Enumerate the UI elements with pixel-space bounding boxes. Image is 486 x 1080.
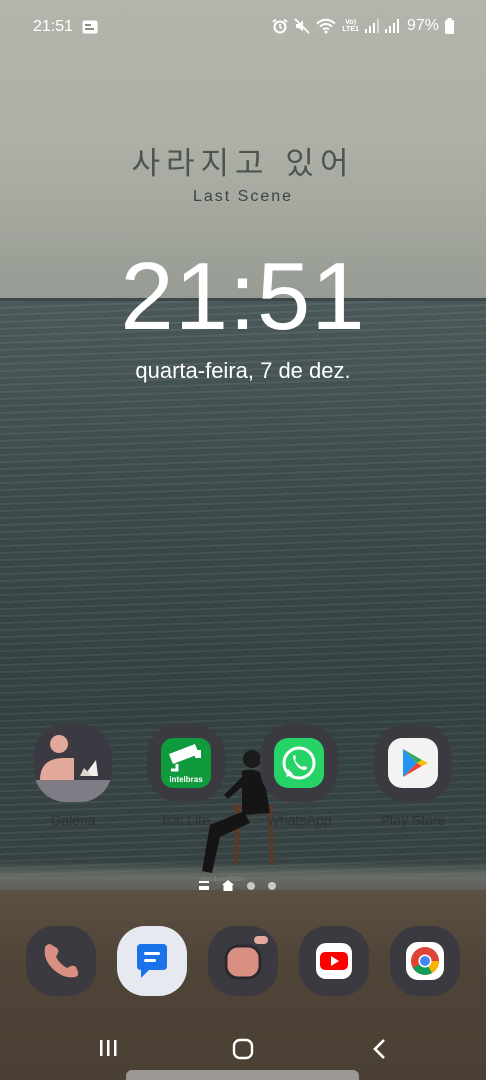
gallery-icon [34,724,112,802]
page-dot [247,881,255,890]
app-whatsapp[interactable]: WhatsApp [259,724,339,828]
mute-icon [294,18,310,34]
signal-icon-2 [384,19,399,33]
recent-apps-icon[interactable] [98,1038,118,1058]
phone-icon [44,944,79,978]
chrome-icon [406,942,444,980]
home-page-indicator-icon [222,880,234,891]
wallpaper-english-title: Last Scene [192,188,294,205]
page-indicator[interactable] [199,880,276,891]
wifi-icon [316,18,336,34]
notification-icon [82,20,98,34]
play-store-icon [374,724,452,802]
app-isic-lite[interactable]: intelbras Isic Lite [146,724,226,828]
wallpaper-korean-title: 사라지고 있어 [131,146,355,182]
signal-icon [364,19,379,33]
back-button-icon[interactable] [370,1038,388,1060]
app-play-store[interactable]: Play Store [373,724,453,828]
intelbras-camera-icon: intelbras [147,724,225,802]
battery-icon [445,18,454,34]
status-icons: Vo) LTE1 97% [272,17,454,35]
camera-icon [224,936,268,980]
home-button-icon[interactable] [232,1038,254,1060]
dock-phone-button[interactable] [26,926,96,996]
status-time: 21:51 [33,18,74,35]
gesture-handle[interactable] [126,1070,359,1080]
dock-chrome-button[interactable] [390,926,460,996]
app-label: Play Store [380,812,446,828]
clock-widget-time[interactable]: 21:51 [0,242,486,352]
battery-percent: 97% [406,17,439,34]
widget-page-indicator-icon [199,881,209,890]
alarm-icon [272,18,288,34]
app-label: Galeria [50,812,96,828]
dock-messages-button[interactable] [117,926,187,996]
youtube-icon [316,943,352,979]
app-label: Isic Lite [162,812,210,828]
dock-camera-button[interactable] [208,926,278,996]
messages-icon [137,944,167,978]
volte-lte-indicator: Vo) LTE1 [342,19,359,33]
dock-youtube-button[interactable] [299,926,369,996]
intelbras-wordmark: intelbras [169,775,203,784]
status-bar: 21:51 Vo) LTE1 97% [0,0,486,54]
app-label: WhatsApp [266,812,332,828]
clock-widget-date[interactable]: quarta-feira, 7 de dez. [0,358,486,384]
page-dot [268,881,276,890]
whatsapp-icon [260,724,338,802]
app-galeria[interactable]: Galeria [33,724,113,828]
